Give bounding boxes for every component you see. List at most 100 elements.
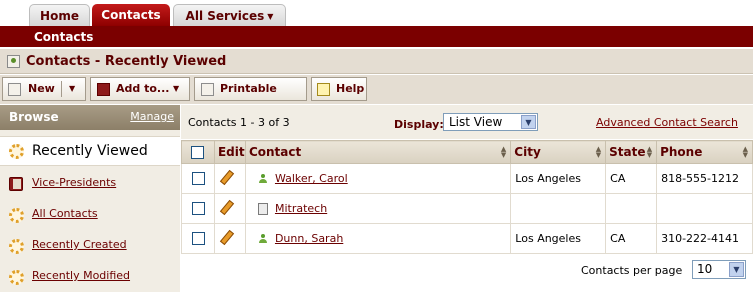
page-title: Contacts - Recently Viewed [26,54,227,69]
state-cell: CA [605,223,658,254]
contacts-table: Edit Contact ▲ ▼ City ▲ ▼ State ▲ ▼ Phone ▲ ▼ Wa… [181,140,753,254]
tab-contacts-label: Contacts [101,8,161,22]
city-cell: Los Angeles [510,223,607,254]
contact-link[interactable]: Mitratech [275,202,327,215]
column-header-city[interactable]: City ▲ ▼ [510,140,607,164]
contacts-list-panel: Contacts 1 - 3 of 3 Display: List View ▼… [181,105,753,292]
row-select-cell [181,193,215,224]
sidebar-item-recently-created[interactable]: Recently Created [0,232,180,258]
advanced-contact-search-link[interactable]: Advanced Contact Search [596,116,738,129]
help-icon [317,83,330,96]
new-button-label: New [28,82,55,95]
app-root: Home Contacts All Services ▼ Contacts Con… [0,0,753,292]
table-header-row: Edit Contact ▲ ▼ City ▲ ▼ State ▲ ▼ Phone ▲ ▼ [181,140,753,164]
phone-cell: 818-555-1212 [656,163,753,194]
select-all-checkbox[interactable] [191,146,204,159]
column-header-label: State [609,145,646,159]
column-header-phone[interactable]: Phone ▲ ▼ [656,140,753,164]
person-icon [258,234,268,244]
top-tab-bar: Home Contacts All Services ▼ [0,0,753,26]
display-label: Display: [394,118,444,131]
select-all-header [181,140,215,164]
sidebar-item-label[interactable]: Vice-Presidents [32,176,116,189]
edit-cell [213,223,246,254]
chevron-down-icon[interactable]: ▼ [173,78,179,100]
contact-cell: Mitratech [244,193,512,224]
row-checkbox[interactable] [192,202,205,216]
chevron-down-icon[interactable]: ▼ [521,115,536,129]
pencil-icon[interactable] [219,230,233,244]
browse-sidebar: Browse Manage Recently Viewed Vice-Presi… [0,105,180,292]
new-contact-icon [8,83,21,96]
pencil-icon[interactable] [219,170,233,184]
sidebar-item-label[interactable]: Recently Modified [32,269,130,282]
sort-icon[interactable]: ▲ ▼ [596,146,601,159]
contact-link[interactable]: Walker, Carol [275,172,348,185]
company-document-icon [257,203,268,215]
tab-home[interactable]: Home [29,4,90,26]
sidebar-item-label: Recently Viewed [32,143,148,159]
result-count: Contacts 1 - 3 of 3 [188,116,290,129]
table-row: Mitratech [181,193,753,224]
add-to-button-label: Add to... [116,82,170,95]
tab-all-services-label: All Services [185,9,265,23]
sidebar-item-recently-modified[interactable]: Recently Modified [0,263,180,289]
per-page-select[interactable]: 10 ▼ [692,260,746,279]
tab-all-services[interactable]: All Services ▼ [173,4,286,26]
sidebar-item-recently-viewed[interactable]: Recently Viewed [0,136,180,166]
contact-cell: Walker, Carol [244,163,512,194]
row-select-cell [181,223,215,254]
add-to-button[interactable]: Add to... ▼ [90,77,190,101]
contact-link[interactable]: Dunn, Sarah [275,232,343,245]
column-header-contact[interactable]: Contact ▲ ▼ [244,140,512,164]
row-checkbox[interactable] [192,172,205,186]
state-cell [605,193,658,224]
printable-view-button[interactable]: Printable View [194,77,307,117]
book-icon [97,83,110,96]
column-header-state[interactable]: State ▲ ▼ [605,140,658,164]
tab-contacts[interactable]: Contacts [92,4,170,26]
contact-card-icon [7,55,20,68]
sidebar-item-vice-presidents[interactable]: Vice-Presidents [0,170,180,196]
toolbar: New ▼ Add to... ▼ Printable View Help [0,75,753,117]
list-header: Contacts 1 - 3 of 3 Display: List View ▼… [181,105,753,139]
column-header-label: Contact [248,145,302,159]
per-page-value: 10 [697,262,713,276]
sort-icon[interactable]: ▲ ▼ [501,146,506,159]
sidebar-header: Browse Manage [0,105,180,130]
page-header: Contacts - Recently Viewed [0,49,753,74]
table-row: Walker, Carol Los Angeles CA 818-555-121… [181,163,753,194]
city-cell: Los Angeles [510,163,607,194]
printer-icon [201,83,214,96]
display-select-value: List View [449,115,503,129]
sidebar-item-label[interactable]: Recently Created [32,238,127,251]
row-checkbox[interactable] [192,232,205,246]
pencil-icon[interactable] [219,200,233,214]
sidebar-item-all-contacts[interactable]: All Contacts [0,201,180,227]
help-button-label: Help [336,82,365,95]
button-divider [61,81,62,97]
gear-icon [9,239,24,254]
person-icon [258,174,268,184]
tab-home-label: Home [40,9,79,23]
table-row: Dunn, Sarah Los Angeles CA 310-222-4141 [181,223,753,254]
contact-cell: Dunn, Sarah [244,223,512,254]
subnav-contacts-link[interactable]: Contacts [34,30,93,44]
sort-icon[interactable]: ▲ ▼ [647,146,652,159]
list-footer: Contacts per page 10 ▼ [181,255,753,292]
chevron-down-icon[interactable]: ▼ [69,78,75,100]
gear-icon [9,208,24,223]
city-cell [510,193,607,224]
edit-cell [213,163,246,194]
per-page-label: Contacts per page [581,264,683,277]
help-button[interactable]: Help [311,77,367,101]
chevron-down-icon[interactable]: ▼ [729,262,744,277]
new-button[interactable]: New ▼ [2,77,86,101]
state-cell: CA [605,163,658,194]
gear-icon [9,270,24,285]
manage-link[interactable]: Manage [130,110,174,123]
display-select[interactable]: List View ▼ [443,113,538,131]
book-icon [9,177,23,191]
sidebar-item-label[interactable]: All Contacts [32,207,98,220]
sort-icon[interactable]: ▲ ▼ [743,146,748,159]
